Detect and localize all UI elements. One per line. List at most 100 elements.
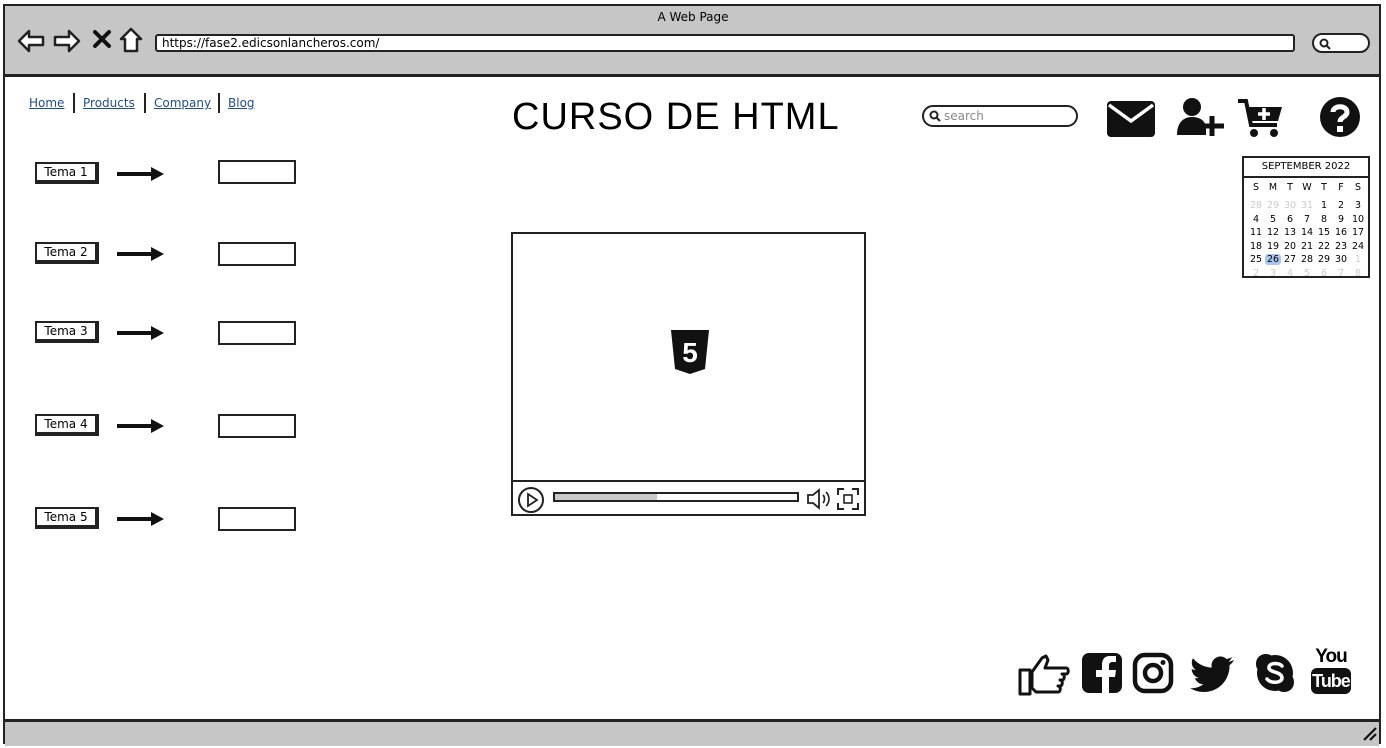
calendar-week-row: 25 26 27 28 29 30 1 [1248, 254, 1366, 265]
nav-products-link[interactable]: Products [83, 96, 135, 110]
calendar-week-row: 4 5 6 7 8 9 10 [1248, 214, 1366, 225]
calendar-day[interactable]: 2 [1333, 200, 1349, 211]
calendar-widget[interactable]: SEPTEMBER 2022 S M T W T F S 28 29 30 31 1 2 3… [1242, 156, 1370, 279]
weekday-label: S [1252, 182, 1260, 193]
calendar-day[interactable]: 2 [1248, 268, 1264, 279]
calendar-day[interactable]: 24 [1350, 241, 1366, 252]
calendar-day[interactable]: 19 [1265, 241, 1281, 252]
calendar-day[interactable]: 8 [1350, 268, 1366, 279]
calendar-day[interactable]: 20 [1282, 241, 1298, 252]
calendar-day[interactable]: 1 [1350, 254, 1366, 265]
html5-logo-icon: 5 [671, 330, 709, 374]
calendar-day[interactable]: 23 [1333, 241, 1349, 252]
tema-3-button[interactable]: Tema 3 [35, 321, 99, 343]
calendar-week-row: 11 12 13 14 15 16 17 [1248, 227, 1366, 238]
calendar-day[interactable]: 11 [1248, 227, 1264, 238]
nav-blog-link[interactable]: Blog [228, 96, 255, 110]
mail-icon[interactable] [1106, 100, 1156, 138]
help-icon[interactable] [1319, 96, 1361, 138]
calendar-day[interactable]: 8 [1316, 214, 1332, 225]
calendar-day[interactable]: 29 [1316, 254, 1332, 265]
calendar-day[interactable]: 22 [1316, 241, 1332, 252]
add-user-icon[interactable] [1177, 97, 1227, 137]
tema-4-button[interactable]: Tema 4 [35, 414, 99, 436]
calendar-month-label: SEPTEMBER 2022 [1244, 158, 1368, 178]
calendar-day[interactable]: 28 [1248, 200, 1264, 211]
calendar-day[interactable]: 3 [1265, 268, 1281, 279]
nav-home-link[interactable]: Home [29, 96, 64, 110]
search-input[interactable]: search [922, 105, 1078, 127]
calendar-day[interactable]: 31 [1299, 200, 1315, 211]
nav-separator [144, 93, 146, 113]
video-progress-bar[interactable] [553, 492, 799, 502]
volume-icon[interactable] [806, 488, 832, 510]
calendar-day[interactable]: 12 [1265, 227, 1281, 238]
instagram-icon[interactable] [1132, 652, 1174, 694]
tema-1-button[interactable]: Tema 1 [35, 162, 99, 184]
calendar-day[interactable]: 26 [1265, 254, 1281, 265]
calendar-day[interactable]: 1 [1316, 200, 1332, 211]
back-icon[interactable] [16, 28, 46, 54]
tema-4-target-box [218, 414, 296, 438]
weekday-label: S [1354, 182, 1362, 193]
play-icon[interactable] [517, 486, 545, 514]
right-arrow-icon [117, 419, 164, 433]
calendar-day[interactable]: 30 [1333, 254, 1349, 265]
close-icon[interactable] [92, 29, 112, 49]
search-icon [1319, 38, 1331, 50]
calendar-day[interactable]: 30 [1282, 200, 1298, 211]
skype-icon[interactable] [1254, 652, 1296, 694]
weekday-label: M [1268, 182, 1278, 193]
calendar-day[interactable]: 10 [1350, 214, 1366, 225]
video-progress-fill [555, 494, 657, 500]
address-bar[interactable]: https://fase2.edicsonlancheros.com/ [155, 34, 1295, 52]
calendar-day[interactable]: 28 [1299, 254, 1315, 265]
calendar-day[interactable]: 29 [1265, 200, 1281, 211]
forward-icon[interactable] [52, 28, 82, 54]
calendar-day[interactable]: 6 [1282, 214, 1298, 225]
calendar-day[interactable]: 4 [1282, 268, 1298, 279]
nav-separator [218, 93, 220, 113]
youtube-you-text: You [1315, 646, 1347, 667]
calendar-day[interactable]: 6 [1316, 268, 1332, 279]
tema-5-target-box [218, 507, 296, 531]
weekday-label: F [1338, 182, 1344, 193]
svg-text:5: 5 [682, 337, 698, 368]
nav-company-link[interactable]: Company [154, 96, 211, 110]
browser-status-bar [5, 719, 1379, 746]
calendar-day[interactable]: 9 [1333, 214, 1349, 225]
video-player[interactable]: 5 [511, 232, 866, 516]
calendar-day[interactable]: 21 [1299, 241, 1315, 252]
calendar-day[interactable]: 4 [1248, 214, 1264, 225]
search-icon [929, 110, 941, 122]
facebook-icon[interactable] [1081, 652, 1123, 694]
calendar-day[interactable]: 15 [1316, 227, 1332, 238]
calendar-day[interactable]: 14 [1299, 227, 1315, 238]
calendar-day[interactable]: 25 [1248, 254, 1264, 265]
calendar-day[interactable]: 3 [1350, 200, 1366, 211]
calendar-day[interactable]: 13 [1282, 227, 1298, 238]
tema-2-button[interactable]: Tema 2 [35, 242, 99, 264]
twitter-icon[interactable] [1189, 655, 1235, 693]
tema-5-button[interactable]: Tema 5 [35, 507, 99, 529]
thumbs-up-icon[interactable] [1018, 652, 1070, 696]
calendar-day[interactable]: 7 [1299, 214, 1315, 225]
youtube-tube-text: Tube [1311, 668, 1351, 694]
video-controls [513, 480, 864, 516]
calendar-week-row: 28 29 30 31 1 2 3 [1248, 200, 1366, 211]
add-to-cart-icon[interactable] [1237, 97, 1285, 139]
calendar-day[interactable]: 5 [1265, 214, 1281, 225]
fullscreen-icon[interactable] [836, 487, 860, 511]
calendar-day[interactable]: 7 [1333, 268, 1349, 279]
calendar-day[interactable]: 17 [1350, 227, 1366, 238]
resize-grip-icon[interactable] [1362, 727, 1378, 741]
calendar-day[interactable]: 18 [1248, 241, 1264, 252]
calendar-day[interactable]: 27 [1282, 254, 1298, 265]
home-icon[interactable] [118, 26, 144, 54]
youtube-icon[interactable]: You Tube [1309, 646, 1353, 698]
calendar-day[interactable]: 5 [1299, 268, 1315, 279]
weekday-label: W [1302, 182, 1312, 193]
browser-search-field[interactable] [1312, 33, 1370, 53]
calendar-day[interactable]: 16 [1333, 227, 1349, 238]
weekday-label: T [1287, 182, 1293, 193]
